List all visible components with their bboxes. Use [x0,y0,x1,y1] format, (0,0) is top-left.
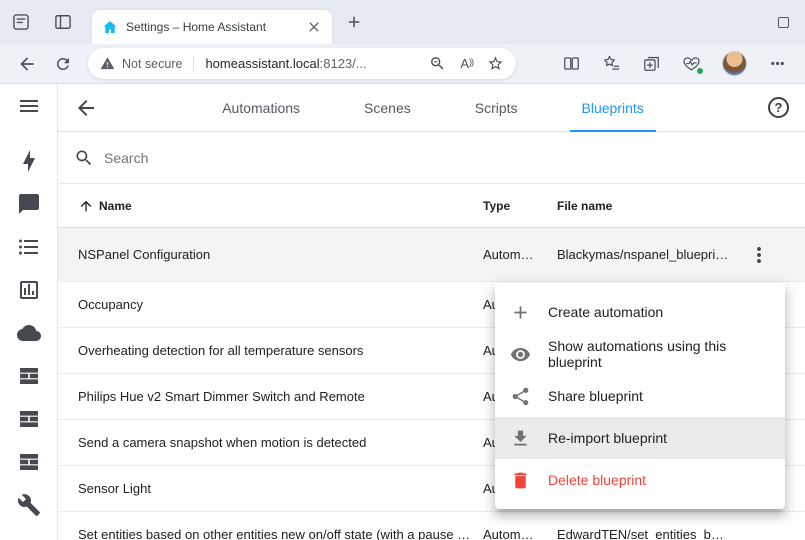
row-context-menu: Create automation Show automations using… [495,283,785,509]
url-text[interactable]: homeassistant.local:8123/... [205,56,422,71]
share-icon [510,386,531,407]
help-button[interactable]: ? [768,97,789,118]
toolbar-right-icons [562,51,793,76]
address-bar[interactable]: Not secure homeassistant.local:8123/... … [88,48,516,79]
read-aloud-icon[interactable]: A)) [460,56,473,71]
server-icon-2[interactable] [17,407,41,431]
server-icon-3[interactable] [17,450,41,474]
split-screen-icon[interactable] [562,54,581,73]
menu-item-reimport-blueprint[interactable]: Re-import blueprint [495,417,785,459]
zoom-out-icon[interactable] [429,55,446,72]
refresh-button[interactable] [48,49,78,79]
tab-scenes[interactable]: Scenes [332,84,443,132]
server-icon-1[interactable] [17,364,41,388]
address-divider [193,56,194,71]
assist-icon[interactable] [17,192,41,216]
new-tab-button[interactable] [344,12,364,32]
ha-tab-bar: Automations Scenes Scripts Blueprints [98,84,768,132]
eye-icon [510,344,531,365]
table-header: Name Type File name [58,184,805,228]
list-icon[interactable] [17,235,41,259]
file-column-header[interactable]: File name [557,199,729,213]
search-field[interactable]: Search [58,132,805,184]
table-row[interactable]: NSPanel Configuration Autom… Blackymas/n… [58,228,805,282]
collections-icon[interactable] [642,54,661,73]
window-controls [778,17,805,28]
table-row[interactable]: Set entities based on other entities new… [58,512,805,540]
tab-actions-icon[interactable] [52,11,74,33]
sidebar-menu-icon[interactable] [17,94,41,118]
menu-item-show-automations[interactable]: Show automations using this blueprint [495,333,785,375]
ha-header: Automations Scenes Scripts Blueprints ? [58,84,805,132]
tab-blueprints[interactable]: Blueprints [550,84,676,132]
tab-automations[interactable]: Automations [190,84,332,132]
cloud-icon[interactable] [17,321,41,345]
delete-icon [510,470,531,491]
window-maximize-button[interactable] [778,17,789,28]
favorite-star-icon[interactable] [487,55,504,72]
menu-item-delete-blueprint[interactable]: Delete blueprint [495,459,785,501]
ha-sidebar [0,84,58,540]
more-menu-icon[interactable] [768,54,787,73]
favorites-icon[interactable] [602,54,621,73]
plus-icon [510,302,531,323]
search-icon [74,148,94,168]
history-chart-icon[interactable] [17,278,41,302]
tab-close-icon[interactable] [306,19,322,35]
browser-toolbar: Not secure homeassistant.local:8123/... … [0,44,805,84]
not-secure-icon[interactable] [100,56,115,71]
search-placeholder: Search [104,150,148,166]
menu-item-create-automation[interactable]: Create automation [495,291,785,333]
name-column-header[interactable]: Name [58,198,483,214]
type-column-header[interactable]: Type [483,199,557,213]
sort-ascending-icon[interactable] [78,198,94,214]
row-menu-button[interactable] [747,243,771,267]
security-label[interactable]: Not secure [122,57,182,71]
tab-title: Settings – Home Assistant [126,20,298,34]
browser-titlebar: Settings – Home Assistant [0,0,805,44]
browser-tab[interactable]: Settings – Home Assistant [92,10,332,44]
profile-avatar[interactable] [722,51,747,76]
tab-scripts[interactable]: Scripts [443,84,550,132]
back-button[interactable] [12,49,42,79]
energy-icon[interactable] [17,149,41,173]
ha-back-button[interactable] [74,96,98,120]
home-assistant-favicon [102,19,118,35]
status-dot [696,67,704,75]
browser-essentials-icon[interactable] [682,54,701,73]
download-icon [510,428,531,449]
workspaces-icon[interactable] [10,11,32,33]
menu-item-share-blueprint[interactable]: Share blueprint [495,375,785,417]
developer-tools-icon[interactable] [17,493,41,517]
